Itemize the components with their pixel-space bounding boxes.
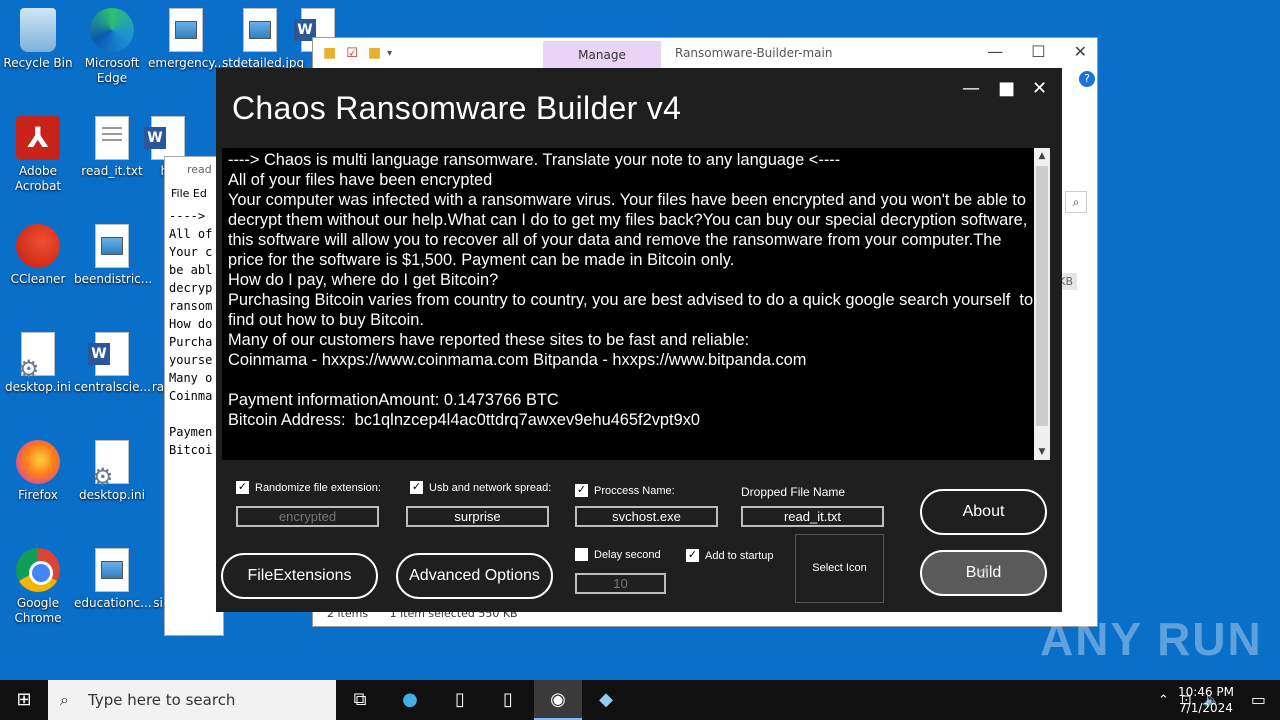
scroll-thumb[interactable]: [1036, 166, 1048, 426]
clock[interactable]: 10:46 PM 7/1/2024: [1178, 684, 1234, 716]
about-button[interactable]: About: [920, 489, 1047, 535]
image-file-icon: [243, 8, 277, 52]
randomize-extension-checkbox[interactable]: ✓ Randomize file extension:: [236, 481, 381, 494]
note-scrollbar[interactable]: ▲ ▼: [1034, 148, 1050, 460]
image-file-icon: [169, 8, 203, 52]
help-icon[interactable]: ?: [1079, 71, 1095, 87]
delay-second-checkbox[interactable]: Delay second: [575, 548, 661, 561]
file-extensions-button[interactable]: FileExtensions: [221, 553, 378, 599]
chevron-down-icon[interactable]: ▾: [387, 48, 392, 59]
desktop-icon-centralscie[interactable]: centralscie...: [74, 332, 151, 395]
ccleaner-icon: [16, 224, 60, 268]
dropped-file-label: Dropped File Name: [741, 485, 846, 499]
taskbar-notepad-2[interactable]: ▯: [484, 680, 532, 720]
maximize-icon[interactable]: ■: [998, 78, 1015, 99]
image-file-icon: [95, 224, 129, 268]
desktop-icon-acrobat[interactable]: ⅄ Adobe Acrobat: [0, 116, 76, 194]
windows-icon: ⊞: [16, 689, 32, 710]
taskbar-search[interactable]: ⌕ Type here to search: [48, 680, 336, 720]
anyrun-watermark: ANY RUN: [1040, 613, 1263, 665]
taskbar-chaos[interactable]: ◉: [534, 680, 582, 720]
desktop-icon-firefox[interactable]: Firefox: [0, 440, 76, 503]
chaos-app-icon: ◉: [550, 689, 566, 710]
notepad-icon: ▯: [455, 689, 465, 710]
usb-spread-input[interactable]: surprise: [406, 506, 549, 527]
notepad-text[interactable]: ----> All of Your c be abl decryp ransom…: [165, 207, 223, 459]
usb-spread-checkbox[interactable]: ✓ Usb and network spread:: [410, 481, 551, 494]
settings-file-icon: [92, 440, 129, 485]
taskbar-edge[interactable]: ●: [386, 680, 434, 720]
chevron-up-icon[interactable]: ⌃: [1158, 693, 1169, 708]
notepad-icon: ▯: [503, 689, 513, 710]
notepad-title: read: [187, 163, 212, 176]
search-icon: ⌕: [60, 690, 69, 709]
taskbar-notepad-1[interactable]: ▯: [436, 680, 484, 720]
chaos-builder-window[interactable]: Chaos Ransomware Builder v4 — ■ ✕ ----> …: [216, 68, 1062, 612]
task-view-button[interactable]: ⧉: [336, 680, 384, 720]
maximize-icon[interactable]: ☐: [1031, 42, 1045, 61]
notepad-menu[interactable]: File Ed: [165, 185, 223, 207]
chrome-icon: [16, 548, 60, 592]
close-icon[interactable]: ✕: [1074, 42, 1087, 61]
taskbar: ⊞ ⌕ Type here to search ⧉ ● ▯ ▯ ◉ ◆ ⌃ ⊡ …: [0, 680, 1280, 720]
scroll-up-icon[interactable]: ▲: [1034, 148, 1050, 164]
settings-file-icon: [18, 332, 55, 377]
delay-second-input[interactable]: 10: [575, 573, 666, 594]
text-file-icon: [95, 116, 129, 160]
app-icon: ◆: [599, 689, 613, 710]
start-button[interactable]: ⊞: [0, 680, 48, 720]
window-title: Chaos Ransomware Builder v4: [232, 90, 682, 126]
process-name-input[interactable]: svchost.exe: [575, 506, 718, 527]
dropped-file-input[interactable]: read_it.txt: [741, 506, 884, 527]
add-to-startup-checkbox[interactable]: ✓ Add to startup: [686, 549, 774, 562]
mouse-cursor-icon: ☝: [978, 562, 989, 583]
scroll-down-icon[interactable]: ▼: [1034, 444, 1050, 460]
edge-icon: [90, 8, 134, 52]
extension-input[interactable]: encrypted: [236, 506, 379, 527]
image-file-icon: [95, 548, 129, 592]
ribbon-tab-manage[interactable]: Manage: [543, 41, 661, 69]
process-name-checkbox[interactable]: ✓ Proccess Name:: [575, 484, 675, 497]
checkmark-icon: ✓: [236, 481, 249, 494]
desktop-icon-desktop-ini-2[interactable]: desktop.ini: [74, 440, 150, 503]
word-doc-icon: [88, 332, 129, 376]
desktop-icon-educationc[interactable]: educationc...: [74, 548, 152, 611]
select-icon-button[interactable]: Select Icon: [795, 534, 884, 603]
desktop-icon-ccleaner[interactable]: CCleaner: [0, 224, 76, 287]
checkmark-icon: ✓: [575, 484, 588, 497]
edge-icon: ●: [402, 689, 418, 710]
ransom-note-textarea[interactable]: ----> Chaos is multi language ransomware…: [222, 148, 1050, 460]
taskbar-app[interactable]: ◆: [582, 680, 630, 720]
checkmark-icon: ✓: [686, 549, 699, 562]
desktop-icon-read-it[interactable]: read_it.txt: [74, 116, 150, 179]
advanced-options-button[interactable]: Advanced Options: [396, 553, 553, 599]
folder-icon: ■: [323, 45, 337, 61]
recycle-bin-icon: [20, 8, 56, 52]
desktop-icon-edge[interactable]: Microsoft Edge: [74, 8, 150, 86]
search-icon[interactable]: ⌕: [1065, 191, 1087, 213]
acrobat-icon: ⅄: [16, 116, 60, 160]
properties-icon[interactable]: ☑: [346, 46, 358, 61]
close-icon[interactable]: ✕: [1032, 78, 1047, 99]
explorer-title: Ransomware-Builder-main: [675, 46, 833, 60]
minimize-icon[interactable]: —: [987, 42, 1003, 61]
word-doc-icon: [144, 116, 185, 160]
desktop-icon-recycle-bin[interactable]: Recycle Bin: [0, 8, 76, 71]
minimize-icon[interactable]: —: [962, 78, 980, 99]
desktop-icon-emergency[interactable]: emergency...: [148, 8, 225, 71]
checkmark-icon: ✓: [410, 481, 423, 494]
desktop-icon-stdetailed[interactable]: stdetailed.jpg: [222, 8, 304, 71]
desktop-icon-desktop-ini-1[interactable]: desktop.ini: [0, 332, 76, 395]
new-folder-icon[interactable]: ■: [368, 45, 381, 61]
desktop-icon-chrome[interactable]: Google Chrome: [0, 548, 76, 626]
desktop-icon-beendistric[interactable]: beendistric...: [74, 224, 152, 287]
notification-icon[interactable]: ▭: [1251, 690, 1266, 709]
firefox-icon: [16, 440, 60, 484]
task-view-icon: ⧉: [353, 689, 367, 710]
notepad-window[interactable]: read File Ed ----> All of Your c be abl …: [164, 156, 224, 636]
